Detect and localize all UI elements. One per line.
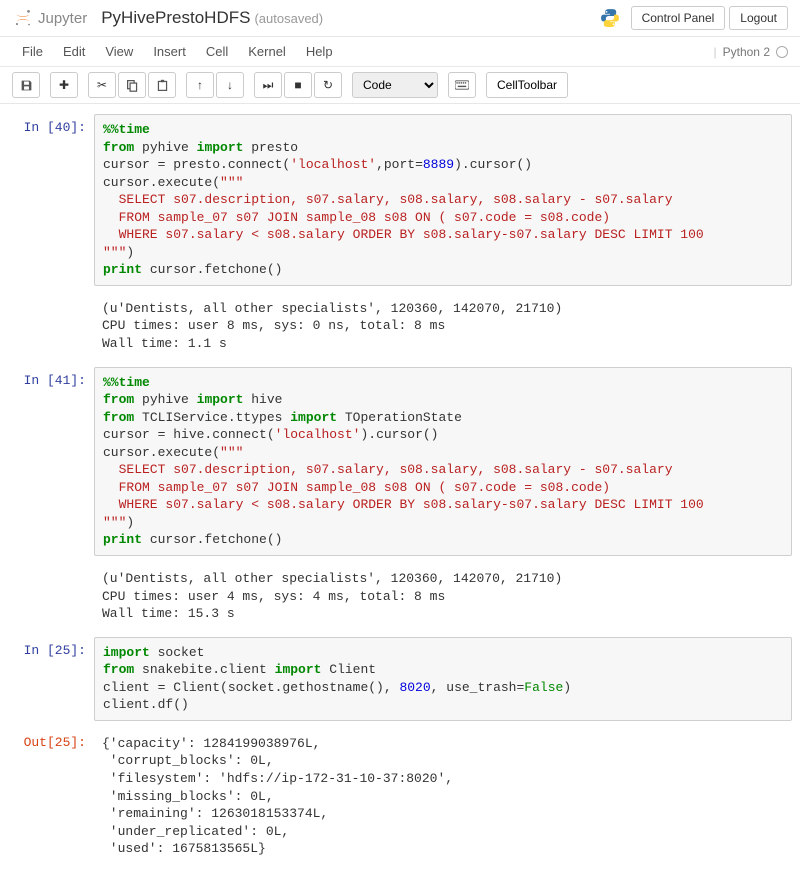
control-panel-button[interactable]: Control Panel	[631, 6, 726, 30]
notebook-title[interactable]: PyHivePrestoHDFS	[101, 8, 250, 28]
arrow-up-icon: ↑	[197, 78, 203, 92]
output-prompt	[8, 564, 94, 629]
menu-edit[interactable]: Edit	[53, 40, 95, 63]
notebook-area: In [40]: %%time from pyhive import prest…	[0, 104, 800, 878]
menu-help[interactable]: Help	[296, 40, 343, 63]
interrupt-button[interactable]: ■	[284, 72, 312, 98]
menu-insert[interactable]: Insert	[143, 40, 196, 63]
kernel-status-icon	[776, 46, 788, 58]
input-prompt: In [40]:	[8, 114, 94, 286]
output-text: (u'Dentists, all other specialists', 120…	[94, 294, 792, 359]
insert-cell-button[interactable]: ✚	[50, 72, 78, 98]
input-prompt: In [41]:	[8, 367, 94, 556]
copy-button[interactable]	[118, 72, 146, 98]
restart-button[interactable]: ↻	[314, 72, 342, 98]
refresh-icon: ↻	[323, 78, 333, 92]
code-input[interactable]: %%time from pyhive import presto cursor …	[94, 114, 792, 286]
step-icon: ⏭	[263, 78, 274, 93]
output-prompt	[8, 294, 94, 359]
arrow-down-icon: ↓	[227, 78, 233, 92]
logout-button[interactable]: Logout	[729, 6, 788, 30]
save-icon	[20, 79, 33, 92]
keyboard-icon	[455, 80, 469, 90]
cut-icon: ✂	[97, 78, 107, 92]
input-prompt: In [25]:	[8, 637, 94, 721]
command-palette-button[interactable]	[448, 72, 476, 98]
header: Jupyter PyHivePrestoHDFS (autosaved) Con…	[0, 0, 800, 37]
output-cell: Out[25]: {'capacity': 1284199038976L, 'c…	[0, 727, 800, 866]
code-input[interactable]: import socket from snakebite.client impo…	[94, 637, 792, 721]
cut-button[interactable]: ✂	[88, 72, 116, 98]
autosave-status: (autosaved)	[254, 11, 323, 26]
code-cell[interactable]: In [40]: %%time from pyhive import prest…	[0, 112, 800, 288]
menu-file[interactable]: File	[12, 40, 53, 63]
move-down-button[interactable]: ↓	[216, 72, 244, 98]
kernel-name: Python 2	[723, 45, 770, 59]
menu-view[interactable]: View	[95, 40, 143, 63]
output-cell: (u'Dentists, all other specialists', 120…	[0, 292, 800, 361]
copy-icon	[126, 79, 139, 92]
menu-kernel[interactable]: Kernel	[238, 40, 296, 63]
menubar: File Edit View Insert Cell Kernel Help |…	[0, 37, 800, 67]
cell-toolbar-button[interactable]: CellToolbar	[486, 72, 568, 98]
output-cell: (u'Dentists, all other specialists', 120…	[0, 562, 800, 631]
output-text: {'capacity': 1284199038976L, 'corrupt_bl…	[94, 729, 792, 864]
output-prompt: Out[25]:	[8, 729, 94, 864]
output-text: (u'Dentists, all other specialists', 120…	[94, 564, 792, 629]
save-button[interactable]	[12, 72, 40, 98]
jupyter-logo[interactable]: Jupyter	[12, 7, 87, 29]
toolbar: ✚ ✂ ↑ ↓ ⏭ ■ ↻ Code CellToolbar	[0, 67, 800, 104]
code-cell[interactable]: In [25]: import socket from snakebite.cl…	[0, 635, 800, 723]
paste-icon	[156, 79, 169, 92]
run-button[interactable]: ⏭	[254, 72, 282, 98]
paste-button[interactable]	[148, 72, 176, 98]
cell-type-select[interactable]: Code	[352, 72, 438, 98]
jupyter-icon	[12, 7, 34, 29]
menu-cell[interactable]: Cell	[196, 40, 238, 63]
plus-icon: ✚	[59, 78, 69, 92]
logo-text: Jupyter	[38, 10, 87, 27]
code-cell[interactable]: In [41]: %%time from pyhive import hive …	[0, 365, 800, 558]
stop-icon: ■	[294, 78, 301, 92]
code-input[interactable]: %%time from pyhive import hive from TCLI…	[94, 367, 792, 556]
move-up-button[interactable]: ↑	[186, 72, 214, 98]
python-icon	[599, 7, 621, 29]
